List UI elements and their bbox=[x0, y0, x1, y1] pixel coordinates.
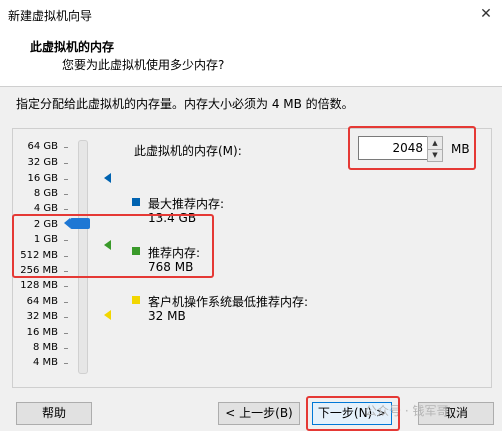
scale-label: 4 MB bbox=[32, 357, 58, 368]
help-button[interactable]: 帮助 bbox=[16, 402, 92, 425]
scale-tick bbox=[64, 317, 68, 318]
scale-label: 32 MB bbox=[26, 311, 58, 322]
scale-label: 16 GB bbox=[27, 173, 58, 184]
back-button[interactable]: < 上一步(B) bbox=[218, 402, 300, 425]
scale-label: 64 MB bbox=[26, 296, 58, 307]
memory-description: 指定分配给此虚拟机的内存量。内存大小必须为 4 MB 的倍数。 bbox=[16, 97, 354, 111]
scale-label: 4 GB bbox=[33, 203, 58, 214]
min-recommended-value: 32 MB bbox=[148, 309, 186, 323]
scale-tick bbox=[64, 163, 68, 164]
page-subtitle: 您要为此虚拟机使用多少内存? bbox=[62, 58, 225, 72]
scale-label: 128 MB bbox=[20, 280, 58, 291]
max-recommended-swatch-icon bbox=[132, 198, 140, 206]
scale-tick bbox=[64, 194, 68, 195]
max-recommended-marker-icon bbox=[104, 173, 111, 183]
scale-tick bbox=[64, 179, 68, 180]
highlight-next-button bbox=[306, 396, 400, 431]
memory-field-label: 此虚拟机的内存(M): bbox=[134, 144, 242, 158]
title-bar: 新建虚拟机向导 ✕ bbox=[0, 0, 502, 31]
scale-tick bbox=[64, 209, 68, 210]
scale-label: 8 MB bbox=[32, 342, 58, 353]
wizard-header: 此虚拟机的内存 您要为此虚拟机使用多少内存? bbox=[0, 30, 502, 87]
scale-tick bbox=[64, 348, 68, 349]
max-recommended-label: 最大推荐内存: bbox=[148, 197, 225, 211]
min-recommended-label: 客户机操作系统最低推荐内存: bbox=[148, 295, 309, 309]
scale-label: 8 GB bbox=[33, 188, 58, 199]
scale-tick bbox=[64, 147, 68, 148]
close-icon[interactable]: ✕ bbox=[476, 4, 496, 24]
scale-label: 16 MB bbox=[26, 327, 58, 338]
min-recommended-swatch-icon bbox=[132, 296, 140, 304]
min-recommended-marker-icon bbox=[104, 310, 111, 320]
scale-label: 32 GB bbox=[27, 157, 58, 168]
highlight-recommended bbox=[12, 214, 214, 278]
scale-label: 64 GB bbox=[27, 141, 58, 152]
scale-tick bbox=[64, 363, 68, 364]
page-title: 此虚拟机的内存 bbox=[30, 40, 115, 54]
scale-tick bbox=[64, 333, 68, 334]
window-title: 新建虚拟机向导 bbox=[8, 9, 93, 23]
scale-tick bbox=[64, 286, 68, 287]
highlight-memory-input bbox=[348, 126, 476, 170]
scale-tick bbox=[64, 302, 68, 303]
